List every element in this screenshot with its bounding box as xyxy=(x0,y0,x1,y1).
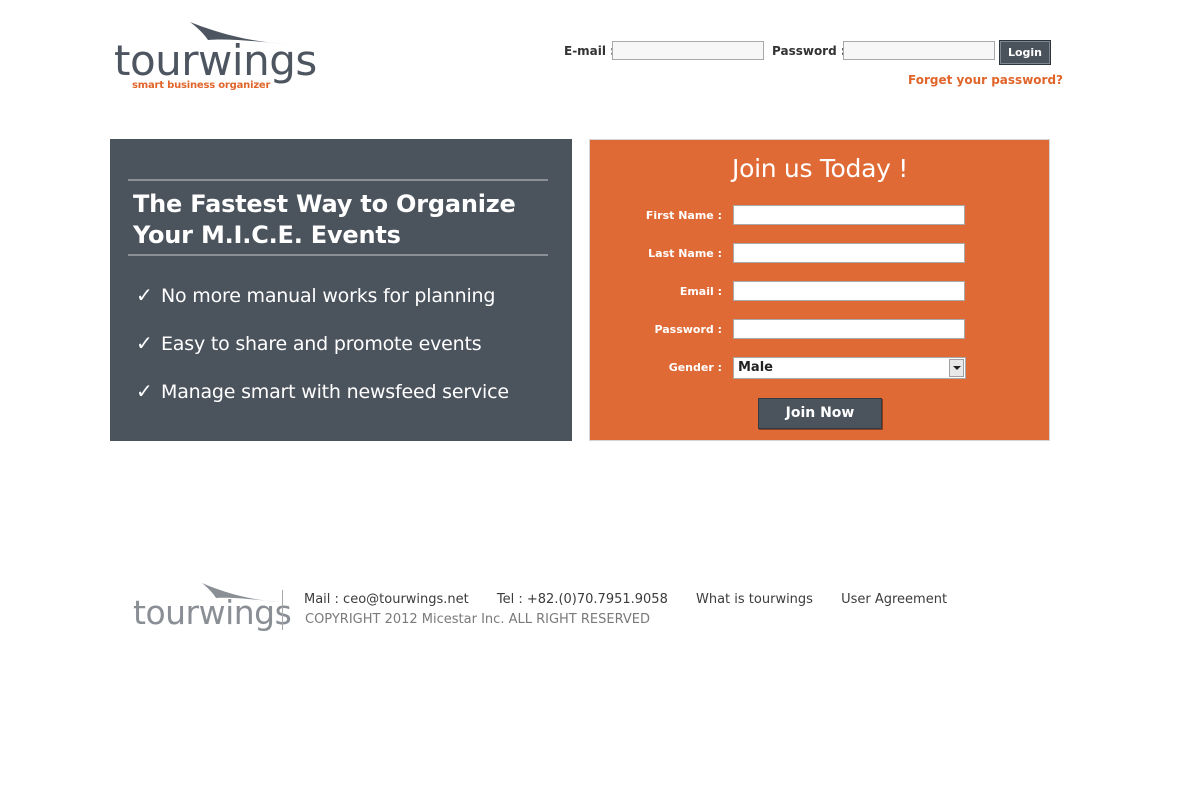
footer-logo[interactable]: tourwings xyxy=(132,578,292,642)
last-name-input[interactable] xyxy=(733,243,965,263)
join-now-button[interactable]: Join Now xyxy=(758,398,882,429)
gender-selected-value: Male xyxy=(738,360,773,375)
promo-headline-line-2: Your M.I.C.E. Events xyxy=(133,221,401,249)
check-icon: ✓ xyxy=(136,331,153,355)
gender-label: Gender : xyxy=(668,361,722,374)
footer-tel: Tel : +82.(0)70.7951.9058 xyxy=(496,592,668,607)
first-name-input[interactable] xyxy=(733,205,965,225)
feature-item: ✓ Easy to share and promote events xyxy=(136,331,482,355)
join-panel: Join us Today ! First Name : Last Name :… xyxy=(589,139,1050,441)
footer-divider xyxy=(282,590,283,630)
password-input[interactable] xyxy=(733,319,965,339)
gender-select[interactable]: Male xyxy=(733,357,966,379)
password-label: Password : xyxy=(772,44,846,58)
promo-headline-line-1: The Fastest Way to Organize xyxy=(133,190,516,218)
last-name-label: Last Name : xyxy=(648,247,722,260)
promo-top-divider xyxy=(128,179,548,181)
logo-wordmark: tourwings xyxy=(114,36,317,85)
feature-text: Easy to share and promote events xyxy=(161,333,482,355)
first-name-label: First Name : xyxy=(645,209,722,222)
footer-logo-wordmark: tourwings xyxy=(133,593,292,632)
email-label: E-mail : xyxy=(564,44,615,58)
login-button[interactable]: Login xyxy=(999,40,1051,65)
footer-copyright: COPYRIGHT 2012 Micestar Inc. ALL RIGHT R… xyxy=(305,612,651,627)
login-bar: E-mail : Password : Login xyxy=(560,40,1052,65)
feature-text: Manage smart with newsfeed service xyxy=(161,381,509,403)
feature-item: ✓ No more manual works for planning xyxy=(136,283,495,307)
join-title: Join us Today ! xyxy=(732,154,908,183)
forgot-password-link[interactable]: Forget your password? xyxy=(908,73,1063,87)
what-is-tourwings-link[interactable]: What is tourwings xyxy=(696,592,813,607)
tourwings-logo[interactable]: tourwings smart business organizer xyxy=(112,18,317,96)
promo-bottom-divider xyxy=(128,254,548,256)
dropdown-arrow-icon[interactable] xyxy=(949,359,964,377)
footer-links: Mail : ceo@tourwings.net Tel : +82.(0)70… xyxy=(304,592,971,607)
promo-headline: The Fastest Way to Organize Your M.I.C.E… xyxy=(133,189,553,251)
footer-mail: Mail : ceo@tourwings.net xyxy=(304,592,469,607)
email-label: Email : xyxy=(679,285,722,298)
user-agreement-link[interactable]: User Agreement xyxy=(841,592,947,607)
password-label: Password : xyxy=(654,323,722,336)
logo-tagline: smart business organizer xyxy=(132,80,271,91)
check-icon: ✓ xyxy=(136,379,153,403)
login-email-input[interactable] xyxy=(612,41,764,60)
login-password-input[interactable] xyxy=(843,41,995,60)
check-icon: ✓ xyxy=(136,283,153,307)
feature-text: No more manual works for planning xyxy=(161,285,496,307)
feature-item: ✓ Manage smart with newsfeed service xyxy=(136,379,509,403)
promo-panel: The Fastest Way to Organize Your M.I.C.E… xyxy=(110,139,572,441)
email-input[interactable] xyxy=(733,281,965,301)
